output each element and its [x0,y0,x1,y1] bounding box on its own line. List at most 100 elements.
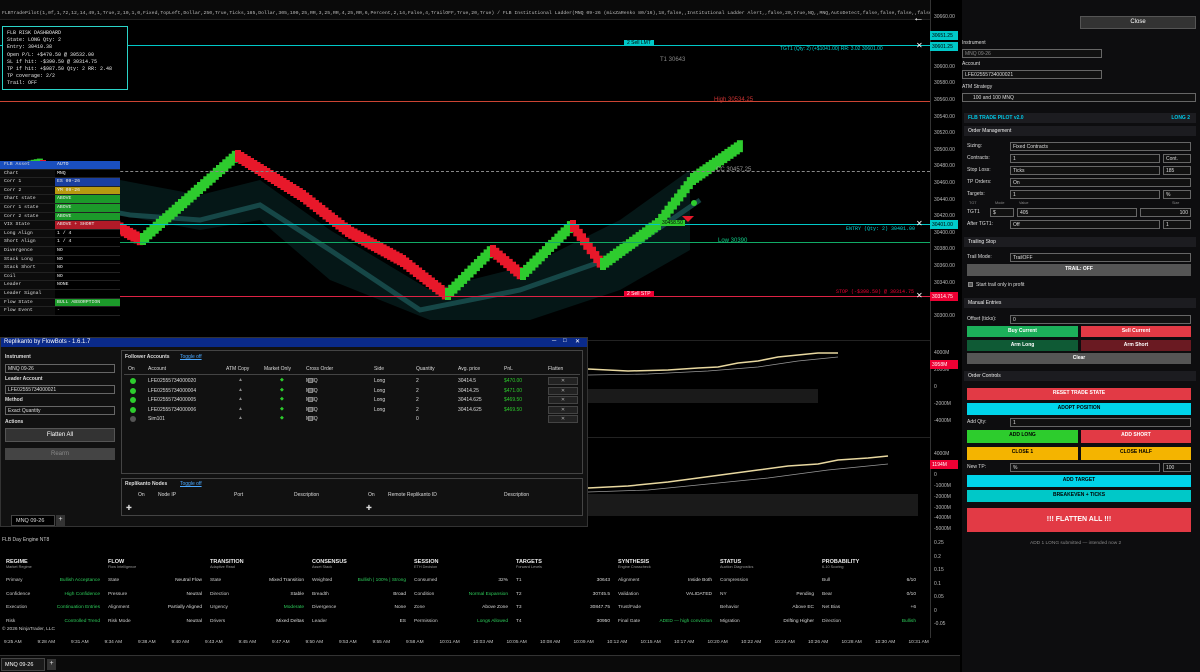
status-dot-icon[interactable] [130,397,136,404]
order-mgmt-header[interactable]: Order Management [964,126,1196,136]
add-short-button[interactable]: ADD SHORT [1081,430,1191,443]
status-dot-icon[interactable] [130,406,136,413]
close-window-icon[interactable]: ✕ [575,338,580,345]
buy-current-button[interactable]: Buy Current [967,326,1078,337]
followers-col-header[interactable]: Cross Order [306,366,333,372]
tgt1-mode-select[interactable]: $ [990,208,1014,217]
followers-col-header[interactable]: Flatten [548,366,563,372]
arm-short-button[interactable]: Arm Short [1081,340,1191,351]
chart-tab[interactable]: MNQ 09-26 [1,658,45,671]
atm-copy-icon[interactable]: ▲ [238,406,243,412]
nodes-col-header[interactable]: Remote Replikanto ID [388,492,437,498]
table-row[interactable]: LFE02555734000006MNQLong230414.625$469.5… [124,405,580,415]
add-target-button[interactable]: ADD TARGET [967,475,1191,487]
nodes-col-header[interactable]: On [368,492,375,498]
after-tgt1-input[interactable]: 1 [1163,220,1191,229]
targets-unit-select[interactable]: % [1163,190,1191,199]
cross-order-checkbox[interactable] [308,378,313,383]
arm-long-button[interactable]: Arm Long [967,340,1078,351]
maximize-icon[interactable]: □ [563,338,567,344]
close-entry-icon[interactable]: ✕ [916,219,923,228]
followers-col-header[interactable]: Quantity [416,366,435,372]
status-dot-icon[interactable] [130,378,136,384]
sizing-select[interactable]: Fixed Contracts [1010,142,1191,151]
followers-col-header[interactable]: Avg. price [458,366,480,372]
add-chart-tab-icon[interactable]: + [47,659,56,670]
market-only-icon[interactable]: ◆ [280,396,284,402]
table-row[interactable]: LFE02555734000005MNQLong230414.625$469.5… [124,396,580,405]
close-half-button[interactable]: CLOSE HALF [1081,447,1191,460]
followers-col-header[interactable]: Side [374,366,384,372]
followers-col-header[interactable]: ATM Copy [226,366,249,372]
atm-copy-icon[interactable]: ▲ [238,415,243,421]
flatten-row-icon[interactable]: ✕ [548,377,578,385]
tp-orders-select[interactable]: On [1010,178,1191,187]
method-select[interactable]: Exact Quantity [5,406,115,415]
flatten-row-icon[interactable]: ✕ [548,386,578,395]
indicator-panel-1[interactable] [587,340,930,432]
nodes-col-header[interactable]: Port [234,492,243,498]
minimize-icon[interactable]: ─ [552,338,556,344]
atm-copy-icon[interactable]: ▲ [238,387,243,393]
close-button[interactable]: Close [1080,16,1196,29]
right-instrument-select[interactable]: MNQ 09-26 [962,49,1102,58]
sell-stp-label[interactable]: 2 Sell STP [624,291,654,297]
cross-order-checkbox[interactable] [308,387,313,393]
adopt-position-button[interactable]: ADOPT POSITION [967,403,1191,415]
followers-toggle-link[interactable]: Toggle off [180,354,202,360]
add-tab-icon[interactable]: + [56,515,65,526]
close-stop-icon[interactable]: ✕ [916,291,923,300]
trail-profit-checkbox[interactable] [968,282,973,287]
targets-select[interactable]: 1 [1010,190,1160,199]
nodes-col-header[interactable]: On [138,492,145,498]
instrument-select[interactable]: MNQ 09-26 [5,364,115,373]
add-qty-input[interactable]: 1 [1010,418,1191,427]
add-node-icon[interactable]: ✚ [126,504,132,512]
tgt1-size-input[interactable]: 100 [1140,208,1191,217]
add-long-button[interactable]: ADD LONG [967,430,1078,443]
sell-current-button[interactable]: Sell Current [1081,326,1191,337]
cross-order-checkbox[interactable] [308,406,313,412]
close-target-icon[interactable]: ✕ [916,41,923,50]
clear-button[interactable]: Clear [967,353,1191,364]
table-row[interactable]: LFE02555734000020MNQLong230414.5$470.00▲… [124,377,580,386]
atm-select[interactable]: 100 and 100 MNQ [962,93,1196,102]
price-chart[interactable]: 2 Sell LMT TGT1 (Qty: 2) (+$1041.00) RR:… [0,20,930,334]
flatten-row-icon[interactable]: ✕ [548,415,578,424]
time-axis[interactable]: 9:25 AM 9:28 AM 9:31 AM 9:34 AM 9:38 AM 9:40 … [0,638,930,650]
trail-toggle-button[interactable]: TRAIL: OFF [967,264,1191,276]
manual-header[interactable]: Manual Entries [964,298,1196,308]
market-only-icon[interactable]: ◆ [280,415,284,421]
flatten-all-button[interactable]: Flatten All [5,428,115,442]
status-dot-icon[interactable] [130,416,136,423]
tgt1-value-input[interactable]: 405 [1017,208,1137,217]
cross-order-checkbox[interactable] [308,397,313,403]
sell-lmt-label[interactable]: 2 Sell LMT [624,40,654,46]
leader-select[interactable]: LFE02555734000021 [5,385,115,394]
atm-copy-icon[interactable]: ▲ [238,377,243,383]
close-one-button[interactable]: CLOSE 1 [967,447,1078,460]
status-dot-icon[interactable] [130,387,136,394]
market-only-icon[interactable]: ◆ [280,406,284,412]
replikanto-window[interactable]: Replikanto by FlowBots - 1.6.1.7 ─ □ ✕ I… [0,337,588,527]
reset-trade-button[interactable]: RESET TRADE STATE [967,388,1191,400]
right-account-select[interactable]: LFE02555734000021 [962,70,1102,79]
market-only-icon[interactable]: ◆ [280,377,284,383]
new-tp-mode-select[interactable]: % [1010,463,1160,472]
contracts-unit-select[interactable]: Cont. [1163,154,1191,163]
order-controls-header[interactable]: Order Controls [964,371,1196,381]
add-remote-icon[interactable]: ✚ [366,504,372,512]
rearm-button[interactable]: Rearm [5,448,115,460]
nodes-toggle-link[interactable]: Toggle off [180,481,202,487]
nodes-col-header[interactable]: Description [294,492,319,498]
indicator-panel-2[interactable] [587,437,930,533]
new-tp-value-input[interactable]: 100 [1163,463,1191,472]
offset-input[interactable]: 0 [1010,315,1191,324]
trail-mode-select[interactable]: TrailOFF [1010,253,1191,262]
flatten-row-icon[interactable]: ✕ [548,396,578,405]
market-only-icon[interactable]: ◆ [280,387,284,393]
table-row[interactable]: LFE02555734000004MNQLong230414.25$471.00… [124,386,580,396]
nodes-col-header[interactable]: Description [504,492,529,498]
stop-value-input[interactable]: 185 [1163,166,1191,175]
repl-tab[interactable]: MNQ 09-26 [11,515,55,526]
